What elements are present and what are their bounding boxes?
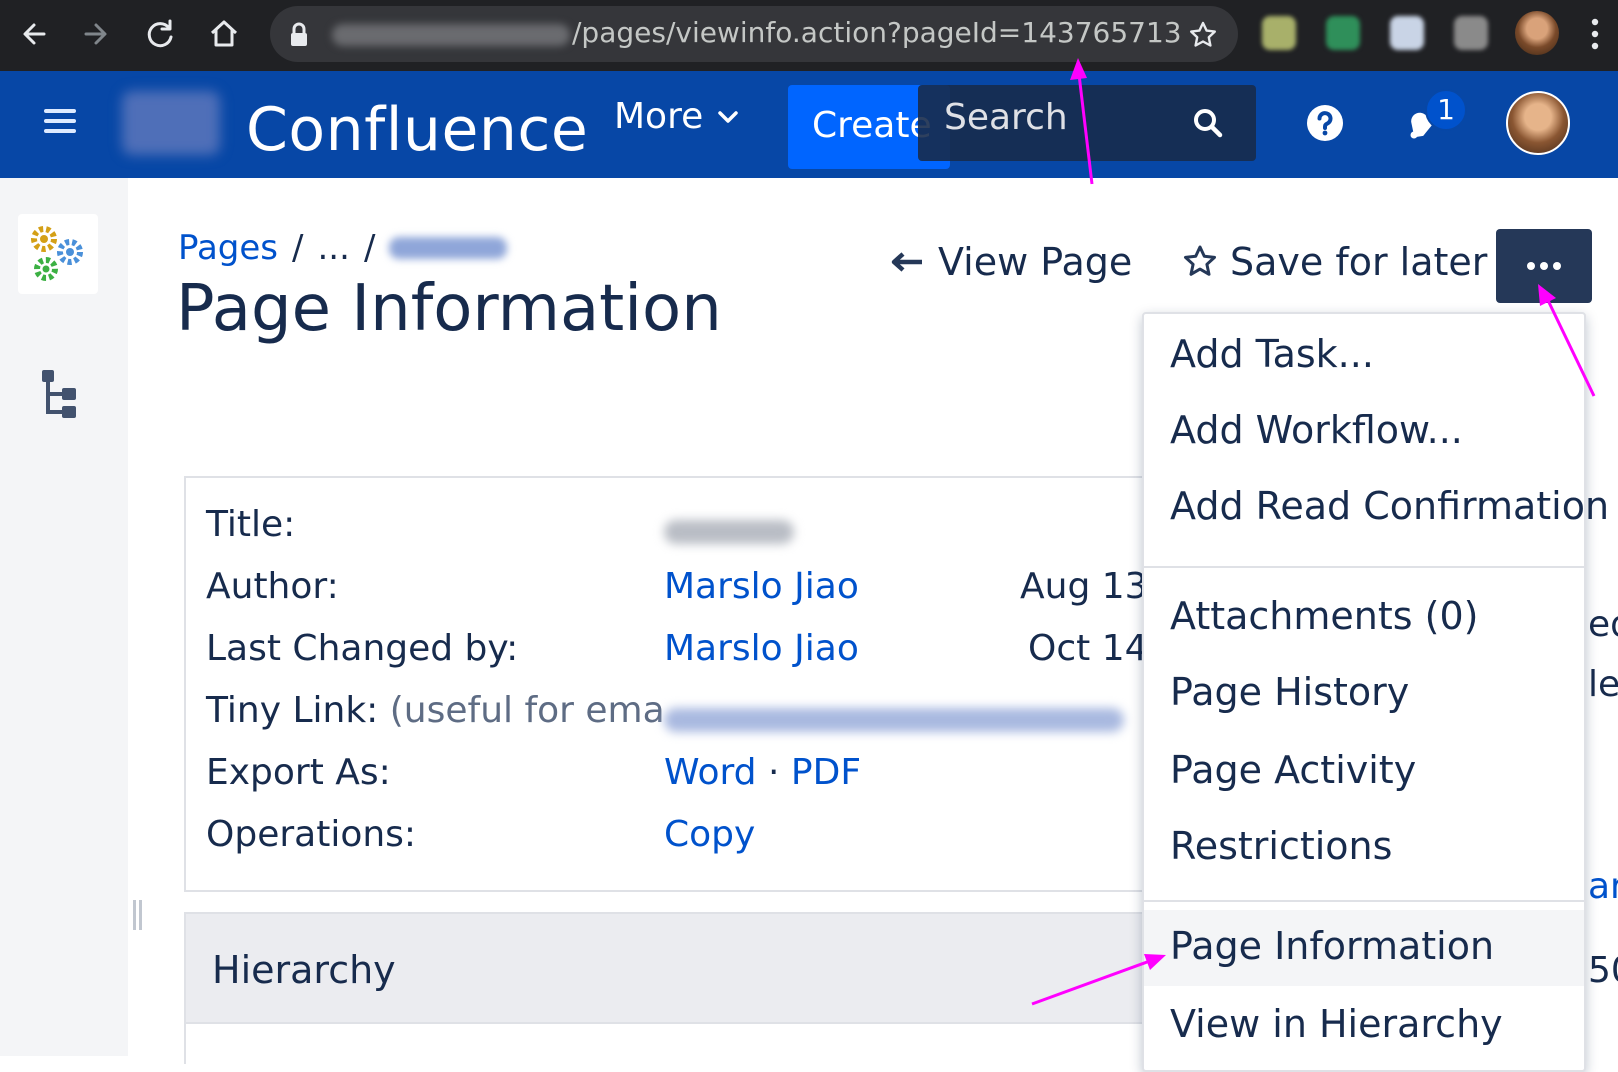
breadcrumb-separator: / (363, 228, 376, 268)
url-host-redacted (332, 24, 570, 46)
save-for-later-label: Save for later (1230, 240, 1488, 284)
copy-page-link[interactable]: Copy (664, 814, 755, 855)
export-pdf-link[interactable]: PDF (791, 752, 861, 793)
menu-item-label: Add Task... (1170, 332, 1374, 376)
bookmark-star-icon[interactable] (1188, 20, 1218, 50)
menu-item-restrictions[interactable]: Restrictions (1144, 810, 1584, 886)
hierarchy-section-header[interactable]: Hierarchy (184, 912, 1144, 1024)
back-icon[interactable] (14, 14, 54, 54)
lock-icon (291, 22, 307, 46)
hierarchy-label: Hierarchy (212, 948, 396, 992)
view-page-label: View Page (938, 240, 1133, 284)
view-page-button[interactable]: View Page (890, 240, 1132, 284)
breadcrumb-ellipsis[interactable]: ... (318, 228, 350, 268)
chevron-down-icon (718, 110, 738, 123)
save-for-later-button[interactable]: Save for later (1182, 240, 1487, 284)
forward-icon[interactable] (76, 14, 116, 54)
truncated-text: 50 (1588, 950, 1618, 991)
more-menu-button[interactable]: More (614, 96, 739, 137)
space-sidebar (0, 178, 128, 1056)
author-date: Aug 13, (1020, 566, 1142, 607)
title-value-redacted (664, 512, 794, 553)
export-links: Word · PDF (664, 752, 861, 793)
extension-icon[interactable] (1390, 16, 1424, 50)
menu-item-add-workflow[interactable]: Add Workflow... (1144, 394, 1584, 470)
home-icon[interactable] (204, 14, 244, 54)
breadcrumb: Pages / ... / (178, 228, 508, 268)
menu-item-page-activity[interactable]: Page Activity (1144, 734, 1584, 810)
url-path: /pages/viewinfo.action?pageId=143765713 (572, 16, 1182, 49)
page-info-panel: Title: Author: Marslo Jiao Aug 13, Last … (184, 476, 1144, 892)
truncated-text: le (1588, 664, 1618, 705)
browser-toolbar: /pages/viewinfo.action?pageId=143765713 (0, 0, 1618, 71)
menu-item-attachments[interactable]: Attachments (0) (1144, 580, 1584, 656)
kebab-menu-icon[interactable] (1588, 16, 1602, 52)
breadcrumb-pages-link[interactable]: Pages (178, 228, 278, 268)
reload-icon[interactable] (140, 14, 180, 54)
author-link[interactable]: Marslo Jiao (664, 566, 859, 607)
help-icon[interactable] (1306, 104, 1344, 142)
star-icon (1184, 245, 1216, 276)
last-changed-link[interactable]: Marslo Jiao (664, 628, 859, 669)
export-separator: · (767, 752, 780, 793)
sidebar-resize-handle[interactable] (133, 900, 143, 930)
menu-item-label: Page History (1170, 670, 1410, 714)
menu-item-view-in-hierarchy[interactable]: View in Hierarchy (1144, 988, 1584, 1064)
export-label: Export As: (206, 752, 391, 793)
last-changed-date: Oct 14, (1028, 628, 1142, 669)
more-actions-button[interactable] (1496, 229, 1592, 303)
breadcrumb-current-page-redacted[interactable] (389, 237, 508, 259)
menu-item-page-history[interactable]: Page History (1144, 656, 1584, 732)
extension-icon[interactable] (1326, 16, 1360, 50)
page-title: Page Information (176, 272, 722, 346)
browser-profile-avatar[interactable] (1515, 11, 1559, 55)
arrow-left-icon (891, 252, 922, 272)
app-brand[interactable]: Confluence (246, 95, 588, 165)
menu-item-label: Add Read Confirmation (1170, 484, 1610, 528)
menu-divider (1144, 566, 1584, 568)
export-word-link[interactable]: Word (664, 752, 757, 793)
extension-icon[interactable] (1454, 16, 1488, 50)
site-logo[interactable] (122, 91, 220, 155)
extension-icon[interactable] (1262, 16, 1296, 50)
create-label: Create (812, 105, 932, 146)
address-bar[interactable]: /pages/viewinfo.action?pageId=143765713 (270, 6, 1238, 62)
menu-item-label: Page Activity (1170, 748, 1417, 792)
author-label: Author: (206, 566, 339, 607)
hamburger-menu-icon[interactable] (44, 107, 76, 135)
notification-count-badge: 1 (1425, 89, 1467, 131)
tiny-link-hint: (useful for ema (389, 690, 665, 731)
truncated-text: ed (1588, 604, 1618, 645)
menu-item-label: View in Hierarchy (1170, 1002, 1503, 1046)
title-label: Title: (206, 504, 296, 545)
search-placeholder: Search (944, 97, 1068, 138)
user-avatar[interactable] (1506, 91, 1570, 155)
operations-label: Operations: (206, 814, 417, 855)
last-changed-label: Last Changed by: (206, 628, 519, 669)
page-tree-icon[interactable] (38, 368, 82, 420)
menu-item-page-information[interactable]: Page Information (1144, 910, 1584, 986)
tiny-link-url-redacted[interactable] (664, 700, 1124, 741)
breadcrumb-separator: / (292, 228, 304, 268)
hierarchy-section-body (184, 1024, 1146, 1064)
tiny-link-row: Tiny Link: (useful for ema (206, 690, 665, 731)
menu-item-label: Restrictions (1170, 824, 1393, 868)
more-actions-menu: Add Task... Add Workflow... Add Read Con… (1142, 312, 1609, 1072)
gears-icon (31, 226, 83, 281)
tiny-link-label: Tiny Link: (206, 690, 379, 731)
menu-item-label: Add Workflow... (1170, 408, 1463, 452)
ellipsis-icon (1527, 262, 1561, 270)
menu-item-add-task[interactable]: Add Task... (1144, 318, 1584, 394)
menu-item-label: Page Information (1170, 924, 1495, 968)
menu-divider (1144, 900, 1584, 902)
more-label: More (614, 96, 704, 137)
menu-item-add-read-confirmation[interactable]: Add Read Confirmation (1144, 470, 1609, 546)
app-header: Confluence More Create Search 1 (0, 71, 1618, 178)
space-logo[interactable] (18, 214, 98, 294)
search-icon[interactable] (1192, 107, 1224, 139)
truncated-link: ar (1588, 866, 1618, 907)
menu-item-label: Attachments (0) (1170, 594, 1479, 638)
